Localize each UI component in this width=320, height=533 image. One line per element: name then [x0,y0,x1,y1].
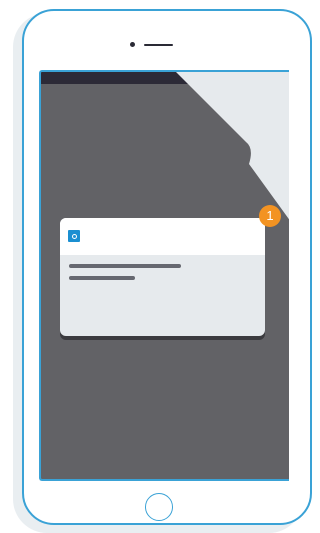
speaker-grille [144,43,173,46]
app-icon [68,230,80,242]
notification-badge: 1 [259,205,281,227]
home-button[interactable] [145,493,173,521]
notification-text-line [69,276,135,280]
app-icon-ring [71,233,77,239]
speaker [130,42,173,47]
camera-dot [130,42,135,47]
notification-header [60,218,265,255]
notification-card[interactable] [60,218,265,336]
notification-text-line [69,264,181,268]
